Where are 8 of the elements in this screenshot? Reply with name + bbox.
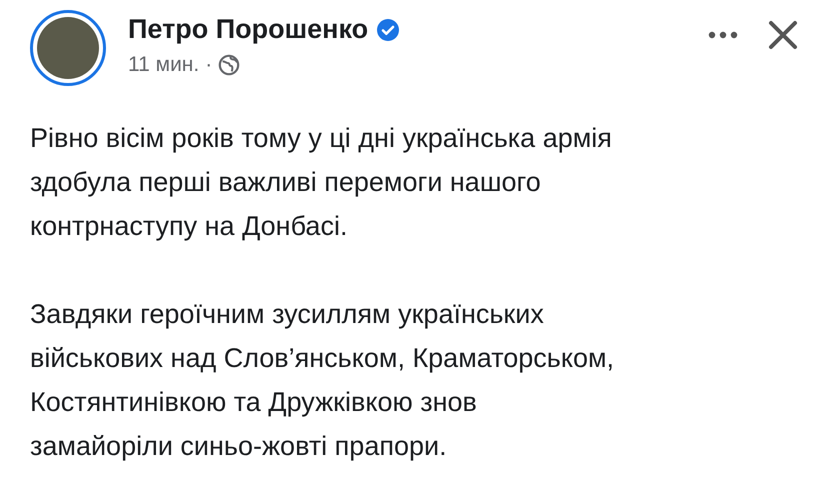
post-time[interactable]: 11 мин.: [128, 53, 200, 77]
separator-dot: ·: [205, 53, 212, 77]
globe-icon: [218, 54, 240, 76]
more-options-icon[interactable]: [708, 31, 738, 39]
close-icon[interactable]: [768, 20, 798, 50]
author-name[interactable]: Петро Порошенко: [128, 14, 368, 45]
post-paragraph: Рівно вісім років тому у ці дні українська армія здобула перші важливі перемоги нашого контрнаступу на Донбасі.: [30, 122, 613, 243]
post-paragraph: Завдяки героїчним зусиллям українських військових над Слов’янськом, Краматорськом, Костянтинівкою та Дружківкою знов замайоріли синьо-жовті прапори.: [30, 298, 616, 463]
